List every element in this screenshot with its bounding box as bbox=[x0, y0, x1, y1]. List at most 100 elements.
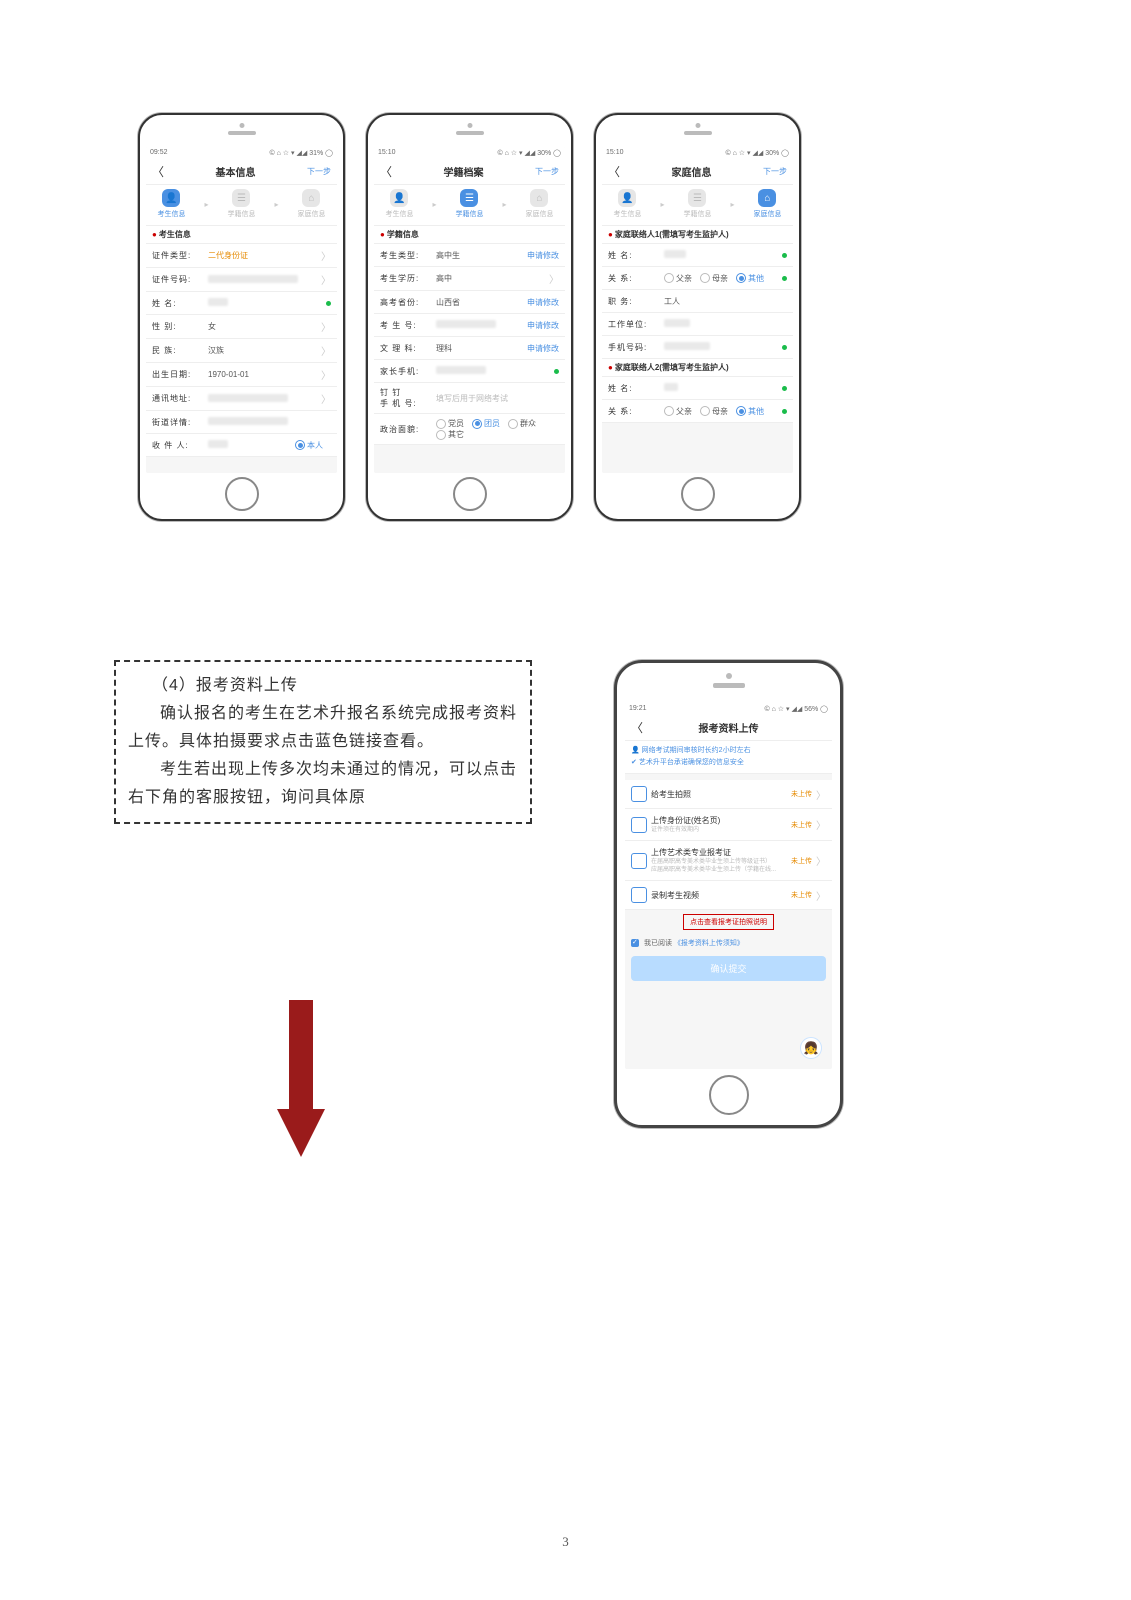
section-header: ●考生信息 bbox=[146, 226, 337, 244]
step-family-info[interactable]: ⌂家庭信息 bbox=[753, 189, 781, 219]
step-school-info[interactable]: ☰学籍信息 bbox=[455, 189, 483, 219]
phone-family-info: 15:10 © ⌂ ☆ ▾ ◢◢ 30% ◯ 〈 家庭信息 下一步 👤考生信息 … bbox=[594, 113, 801, 521]
chevron-right-icon: 〉 bbox=[816, 787, 826, 802]
nav-title: 学籍档案 bbox=[444, 164, 484, 179]
nav-bar: 〈 基本信息 下一步 bbox=[146, 159, 337, 185]
radio-other[interactable]: 其他 bbox=[736, 273, 764, 284]
back-icon[interactable]: 〈 bbox=[608, 163, 620, 180]
home-button[interactable] bbox=[681, 477, 715, 511]
row-politics[interactable]: 政治面貌: 党员 团员 群众 其它 bbox=[374, 414, 565, 445]
nav-next[interactable]: 下一步 bbox=[307, 166, 331, 177]
radio-qunzhong[interactable]: 群众 bbox=[508, 418, 536, 429]
status-dot-icon bbox=[782, 409, 787, 414]
status-time: 09:52 bbox=[150, 149, 168, 157]
radio-mother[interactable]: 母亲 bbox=[700, 273, 728, 284]
step-school-info[interactable]: ☰学籍信息 bbox=[683, 189, 711, 219]
screen-upload: 19:21 © ⌂ ☆ ▾ ◢◢ 56% ◯ 〈 报考资料上传 👤 网络考试期间… bbox=[625, 703, 832, 1069]
back-icon[interactable]: 〈 bbox=[631, 719, 643, 736]
row-contact1-relation[interactable]: 关 系: 父亲 母亲 其他 bbox=[602, 267, 793, 290]
home-button[interactable] bbox=[453, 477, 487, 511]
row-street[interactable]: 街道详情: bbox=[146, 411, 337, 434]
row-id-number[interactable]: 证件号码:〉 bbox=[146, 268, 337, 292]
row-student-type[interactable]: 考生类型:高中生申请修改 bbox=[374, 244, 565, 267]
radio-mother[interactable]: 母亲 bbox=[700, 406, 728, 417]
status-dot-icon bbox=[782, 386, 787, 391]
row-student-no[interactable]: 考 生 号:申请修改 bbox=[374, 314, 565, 337]
step-student-info[interactable]: 👤考生信息 bbox=[613, 189, 641, 219]
chevron-right-icon: 〉 bbox=[321, 248, 331, 263]
photo-guide-link[interactable]: 点击查看报考证拍照说明 bbox=[625, 910, 832, 934]
instruction-p2: 考生若出现上传多次均未通过的情况，可以点击右下角的客服按钮，询问具体原 bbox=[128, 756, 518, 812]
upload-photo-row[interactable]: 给考生拍照 未上传〉 bbox=[625, 780, 832, 809]
row-nation[interactable]: 民 族:汉族〉 bbox=[146, 339, 337, 363]
row-dingding[interactable]: 钉 钉 手 机 号:填写后用于网络考试 bbox=[374, 383, 565, 414]
radio-tuanyuan[interactable]: 团员 bbox=[472, 418, 500, 429]
nav-title: 基本信息 bbox=[216, 164, 256, 179]
screen-basic-info: 09:52 © ⌂ ☆ ▾ ◢◢ 31% ◯ 〈 基本信息 下一步 👤考生信息 … bbox=[146, 147, 337, 473]
row-contact1-work[interactable]: 工作单位: bbox=[602, 313, 793, 336]
row-name: 姓 名: bbox=[146, 292, 337, 315]
status-bar: 15:10 © ⌂ ☆ ▾ ◢◢ 30% ◯ bbox=[602, 147, 793, 159]
agreement-check[interactable]: 我已阅读 《报考资料上传须知》 bbox=[625, 934, 832, 952]
chevron-right-icon: 〉 bbox=[549, 271, 559, 286]
idcard-icon bbox=[631, 817, 647, 833]
home-button[interactable] bbox=[225, 477, 259, 511]
section-header: ●学籍信息 bbox=[374, 226, 565, 244]
step-stepper: 👤考生信息 ▸ ☰学籍信息 ▸ ⌂家庭信息 bbox=[374, 185, 565, 226]
status-dot-icon bbox=[554, 369, 559, 374]
radio-qita[interactable]: 其它 bbox=[436, 429, 464, 440]
phone-basic-info: 09:52 © ⌂ ☆ ▾ ◢◢ 31% ◯ 〈 基本信息 下一步 👤考生信息 … bbox=[138, 113, 345, 521]
cert-icon bbox=[631, 853, 647, 869]
chevron-right-icon: ▸ bbox=[204, 200, 208, 209]
back-icon[interactable]: 〈 bbox=[380, 163, 392, 180]
row-parent-phone[interactable]: 家长手机: bbox=[374, 360, 565, 383]
step-family-info[interactable]: ⌂家庭信息 bbox=[297, 189, 325, 219]
status-right: © ⌂ ☆ ▾ ◢◢ 31% ◯ bbox=[270, 149, 333, 157]
row-contact2-relation[interactable]: 关 系: 父亲 母亲 其他 bbox=[602, 400, 793, 423]
radio-dangyuan[interactable]: 党员 bbox=[436, 418, 464, 429]
row-contact2-name[interactable]: 姓 名: bbox=[602, 377, 793, 400]
chevron-right-icon: 〉 bbox=[321, 272, 331, 287]
chevron-right-icon: ▸ bbox=[502, 200, 506, 209]
row-contact1-job[interactable]: 职 务:工人 bbox=[602, 290, 793, 313]
upload-id-row[interactable]: 上传身份证(姓名页)证件须在有效期内 未上传〉 bbox=[625, 809, 832, 841]
nav-bar: 〈 报考资料上传 bbox=[625, 715, 832, 741]
status-time: 19:21 bbox=[629, 705, 647, 713]
row-province[interactable]: 高考省份:山西省申请修改 bbox=[374, 291, 565, 314]
row-birth[interactable]: 出生日期:1970-01-01〉 bbox=[146, 363, 337, 387]
row-address[interactable]: 通讯地址:〉 bbox=[146, 387, 337, 411]
row-contact1-phone[interactable]: 手机号码: bbox=[602, 336, 793, 359]
chevron-right-icon: 〉 bbox=[321, 391, 331, 406]
upload-cert-row[interactable]: 上传艺术类专业报考证在届高职高专美术类毕业生须上传等级证书）应届高职高专美术类毕… bbox=[625, 841, 832, 881]
nav-next[interactable]: 下一步 bbox=[763, 166, 787, 177]
radio-father[interactable]: 父亲 bbox=[664, 406, 692, 417]
row-gender[interactable]: 性 别:女〉 bbox=[146, 315, 337, 339]
home-button[interactable] bbox=[709, 1075, 749, 1115]
radio-other[interactable]: 其他 bbox=[736, 406, 764, 417]
page-number: 3 bbox=[562, 1534, 569, 1550]
radio-father[interactable]: 父亲 bbox=[664, 273, 692, 284]
row-recipient[interactable]: 收 件 人:本人 bbox=[146, 434, 337, 457]
step-student-info[interactable]: 👤考生信息 bbox=[385, 189, 413, 219]
phone-upload: 19:21 © ⌂ ☆ ▾ ◢◢ 56% ◯ 〈 报考资料上传 👤 网络考试期间… bbox=[614, 660, 843, 1128]
status-dot-icon bbox=[782, 345, 787, 350]
upload-video-row[interactable]: 录制考生视频 未上传〉 bbox=[625, 881, 832, 910]
submit-button[interactable]: 确认提交 bbox=[631, 956, 826, 981]
nav-next[interactable]: 下一步 bbox=[535, 166, 559, 177]
down-arrow-icon bbox=[276, 1000, 326, 1160]
checkbox-icon[interactable] bbox=[631, 939, 639, 947]
back-icon[interactable]: 〈 bbox=[152, 163, 164, 180]
instruction-heading: （4）报考资料上传 bbox=[128, 672, 518, 700]
row-subject[interactable]: 文 理 科:理科申请修改 bbox=[374, 337, 565, 360]
row-id-type[interactable]: 证件类型:二代身份证〉 bbox=[146, 244, 337, 268]
step-stepper: 👤考生信息 ▸ ☰学籍信息 ▸ ⌂家庭信息 bbox=[602, 185, 793, 226]
step-school-info[interactable]: ☰学籍信息 bbox=[227, 189, 255, 219]
chevron-right-icon: 〉 bbox=[321, 319, 331, 334]
row-contact1-name[interactable]: 姓 名: bbox=[602, 244, 793, 267]
step-student-info[interactable]: 👤考生信息 bbox=[157, 189, 185, 219]
status-bar: 19:21 © ⌂ ☆ ▾ ◢◢ 56% ◯ bbox=[625, 703, 832, 715]
row-education[interactable]: 考生学历:高中〉 bbox=[374, 267, 565, 291]
screen-family-info: 15:10 © ⌂ ☆ ▾ ◢◢ 30% ◯ 〈 家庭信息 下一步 👤考生信息 … bbox=[602, 147, 793, 473]
customer-service-button[interactable]: 👧 bbox=[800, 1037, 822, 1059]
step-family-info[interactable]: ⌂家庭信息 bbox=[525, 189, 553, 219]
